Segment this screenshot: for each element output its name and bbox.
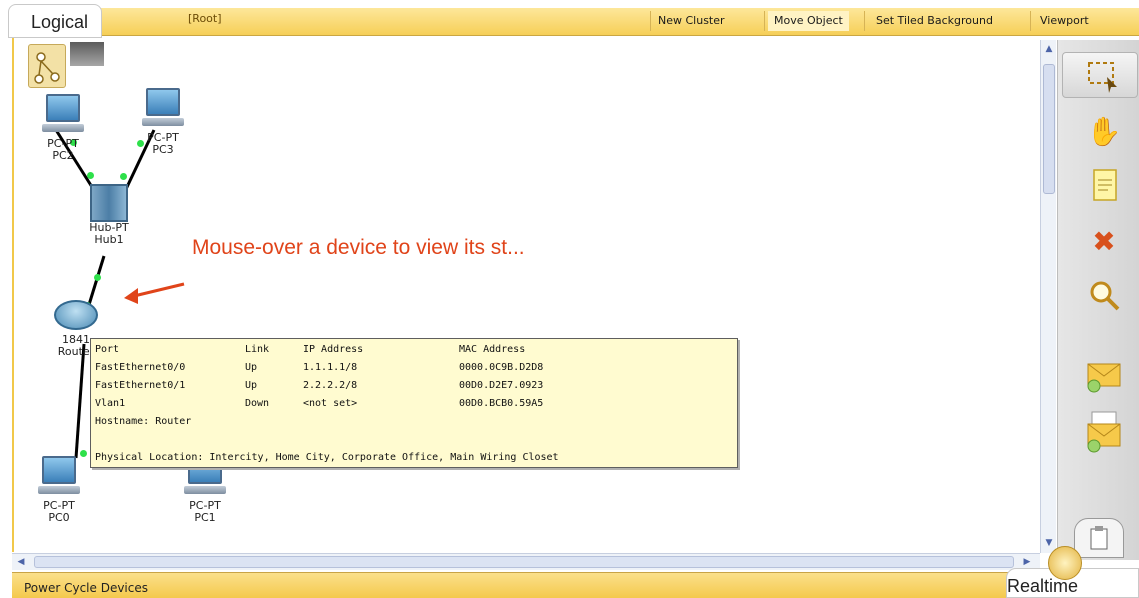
port-cell: Vlan1 (95, 398, 126, 409)
viewport-button[interactable]: Viewport (1034, 11, 1095, 31)
select-icon (1088, 62, 1117, 93)
common-tools-bar: ✋ ✖ (1057, 40, 1139, 560)
port-header: Port (95, 344, 120, 355)
toolbar-divider (864, 11, 865, 31)
move-layout-tool[interactable]: ✋ (1084, 112, 1124, 152)
router-icon (54, 300, 98, 330)
link-cell: Up (245, 380, 258, 391)
device-name: PC0 (48, 511, 70, 524)
root-breadcrumb[interactable]: [Root] (188, 12, 222, 25)
delete-icon: ✖ (1092, 225, 1116, 258)
vertical-scroll-thumb[interactable] (1043, 64, 1055, 194)
hand-icon: ✋ (1086, 115, 1122, 148)
mac-address-cell: 0000.0C9B.D2D8 (459, 362, 544, 373)
link-status-dot (120, 173, 127, 180)
logical-topology-icon[interactable] (28, 44, 66, 88)
top-toolbar: [Root] New Cluster Move Object Set Tiled… (12, 8, 1139, 36)
select-tool[interactable] (1062, 52, 1138, 98)
set-tiled-background-button[interactable]: Set Tiled Background (870, 11, 999, 31)
device-name: PC1 (194, 511, 216, 524)
tooltip-row: Vlan1 Down <not set> 00D0.BCB0.59A5 (95, 397, 735, 411)
device-pc0[interactable]: PC-PT PC0 (24, 456, 94, 524)
pc-icon (142, 88, 184, 132)
device-hub1[interactable]: Hub-PT Hub1 (74, 184, 144, 246)
device-status-tooltip: Port Link IP Address MAC Address FastEth… (90, 338, 738, 468)
note-icon (1093, 169, 1117, 201)
place-note-tool[interactable] (1084, 166, 1124, 206)
physical-location-line: Physical Location: Intercity, Home City,… (95, 452, 559, 463)
scroll-down-icon[interactable]: ▼ (1043, 536, 1055, 550)
tooltip-row: FastEthernet0/0 Up 1.1.1.1/8 0000.0C9B.D… (95, 361, 735, 375)
mac-address-header: MAC Address (459, 344, 526, 355)
logical-tab-label: Logical (31, 12, 89, 32)
delete-tool[interactable]: ✖ (1084, 222, 1124, 262)
hub-icon (90, 184, 128, 222)
ip-address-cell: 1.1.1.1/8 (303, 362, 358, 373)
annotation-arrow-head (124, 288, 138, 304)
clipboard-icon (1090, 526, 1108, 550)
new-cluster-button[interactable]: New Cluster (652, 11, 731, 31)
power-cycle-devices-button[interactable]: Power Cycle Devices (24, 581, 148, 595)
inspect-icon (1090, 281, 1120, 311)
toolbar-divider (764, 11, 765, 31)
clock-icon[interactable] (1048, 546, 1082, 580)
vertical-scrollbar[interactable]: ▲ ▼ (1040, 40, 1056, 553)
scroll-up-icon[interactable]: ▲ (1043, 42, 1055, 56)
ip-address-cell: 2.2.2.2/8 (303, 380, 358, 391)
hostname-line: Hostname: Router (95, 416, 192, 427)
toolbar-divider (1030, 11, 1031, 31)
link-cell: Down (245, 398, 270, 409)
logical-workspace[interactable]: PC-PT PC2 PC-PT PC3 Hub-PT Hub1 1841 Rou… (12, 38, 1040, 552)
add-simple-pdu-icon (1087, 363, 1121, 393)
ip-address-header: IP Address (303, 344, 364, 355)
device-list-tool[interactable] (1074, 518, 1124, 558)
pc-icon (38, 456, 80, 500)
cable-router-pc0[interactable] (74, 343, 86, 459)
horizontal-scrollbar[interactable]: ◀ ▶ (12, 553, 1040, 570)
bottom-bar: Power Cycle Devices (12, 572, 1139, 598)
scroll-right-icon[interactable]: ▶ (1020, 555, 1034, 569)
port-cell: FastEthernet0/1 (95, 380, 186, 391)
move-object-button[interactable]: Move Object (768, 11, 849, 31)
link-header: Link (245, 344, 270, 355)
device-name: Hub1 (94, 233, 124, 246)
device-pc3[interactable]: PC-PT PC3 (128, 88, 198, 156)
link-status-dot (87, 172, 94, 179)
toolbar-divider (650, 11, 651, 31)
horizontal-scroll-thumb[interactable] (34, 556, 1014, 568)
inspect-tool[interactable] (1084, 276, 1124, 316)
annotation-arrow (133, 282, 185, 298)
pc-icon (42, 94, 84, 138)
link-cell: Up (245, 362, 258, 373)
annotation-text: Mouse-over a device to view its st... (192, 236, 525, 259)
logical-tab[interactable]: Logical (8, 4, 102, 38)
mac-address-cell: 00D0.D2E7.0923 (459, 380, 544, 391)
tooltip-row: FastEthernet0/1 Up 2.2.2.2/8 00D0.D2E7.0… (95, 379, 735, 393)
add-complex-pdu-icon (1087, 411, 1121, 453)
device-name: PC2 (52, 149, 74, 162)
ip-address-cell: <not set> (303, 398, 358, 409)
link-status-dot (94, 274, 101, 281)
mac-address-cell: 00D0.BCB0.59A5 (459, 398, 544, 409)
device-name: PC3 (152, 143, 174, 156)
tooltip-header-row: Port Link IP Address MAC Address (95, 343, 735, 357)
viewport-thumbnail (70, 42, 104, 66)
packet-tracer-window: [Root] New Cluster Move Object Set Tiled… (0, 0, 1139, 598)
port-cell: FastEthernet0/0 (95, 362, 186, 373)
scroll-left-icon[interactable]: ◀ (14, 555, 28, 569)
add-complex-pdu-tool[interactable] (1084, 410, 1124, 453)
add-simple-pdu-tool[interactable] (1084, 356, 1124, 396)
device-pc2[interactable]: PC-PT PC2 (28, 94, 98, 162)
